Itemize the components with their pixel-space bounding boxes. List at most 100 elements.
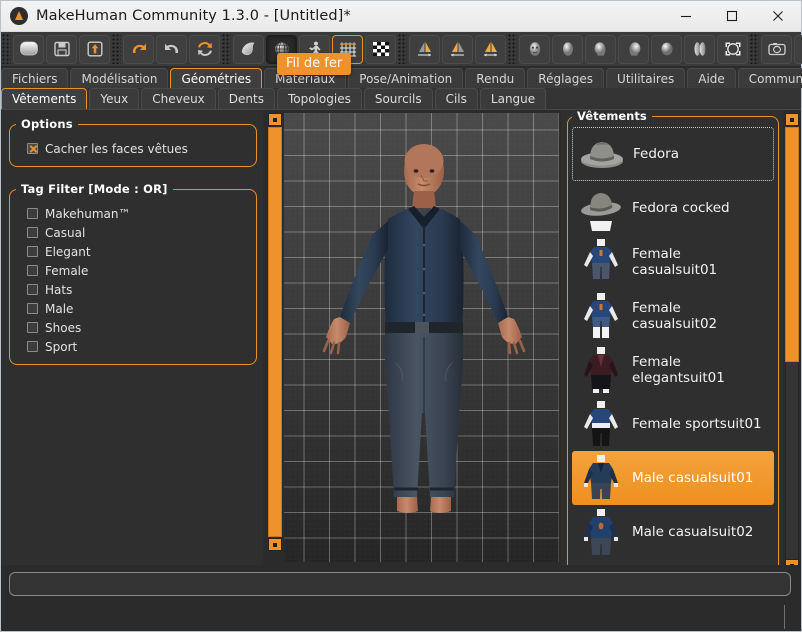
clothes-list-scrollbar[interactable]: [785, 113, 799, 572]
tag-male-checkbox[interactable]: [27, 303, 38, 314]
toolbar-drag-handle-4[interactable]: [398, 34, 407, 64]
view-face-button[interactable]: [519, 34, 550, 64]
tag-hats-checkbox[interactable]: [27, 284, 38, 295]
male-casualsuit01-thumb: [576, 453, 626, 503]
toolbar-group-misc: ?: [760, 34, 802, 64]
minimize-button[interactable]: [663, 1, 709, 32]
makehuman-logo-icon: [10, 7, 28, 25]
toolbar-drag-handle-3[interactable]: [222, 34, 231, 64]
subtab-vetements[interactable]: Vêtements: [1, 88, 88, 109]
subtab-cils[interactable]: Cils: [434, 88, 478, 109]
reset-button[interactable]: [189, 34, 220, 64]
subtab-langue[interactable]: Langue: [479, 88, 547, 109]
right-scroll-up-button[interactable]: [785, 113, 799, 126]
redo-button[interactable]: [156, 34, 187, 64]
list-item[interactable]: Male casualsuit02: [572, 505, 774, 559]
save-button[interactable]: [46, 34, 77, 64]
right-scroll-track[interactable]: [785, 362, 799, 559]
tag-shoes-row[interactable]: Shoes: [18, 318, 248, 337]
tag-makehuman-row[interactable]: Makehuman™: [18, 204, 248, 223]
list-item[interactable]: Female sportsuit01: [572, 397, 774, 451]
female-casualsuit02-thumb: [576, 291, 626, 341]
tab-reglages[interactable]: Réglages: [527, 68, 605, 88]
left-scroll-down-button[interactable]: [268, 538, 282, 551]
help-button[interactable]: ?: [794, 34, 802, 64]
tag-male-label: Male: [45, 301, 74, 316]
grab-screen-button[interactable]: [761, 34, 792, 64]
symmetry-left-button[interactable]: [442, 34, 473, 64]
view-top-button[interactable]: [651, 34, 682, 64]
clothes-panel: Vêtements Fedora Fedora cocked Female ca…: [561, 110, 783, 565]
3d-viewport[interactable]: [284, 113, 559, 562]
tab-pose-animation[interactable]: Pose/Animation: [348, 68, 464, 88]
symmetry-right-button[interactable]: [409, 34, 440, 64]
list-item[interactable]: Male casualsuit01: [572, 451, 774, 505]
status-bar[interactable]: [9, 572, 791, 596]
toolbar-group-file: [12, 34, 111, 64]
tag-casual-row[interactable]: Casual: [18, 223, 248, 242]
tag-sport-row[interactable]: Sport: [18, 337, 248, 356]
toolbar-drag-handle-6[interactable]: [750, 34, 759, 64]
tab-rendu[interactable]: Rendu: [465, 68, 526, 88]
tab-aide[interactable]: Aide: [687, 68, 736, 88]
right-scroll-thumb[interactable]: [785, 127, 799, 362]
hide-clothed-faces-checkbox-row[interactable]: Cacher les faces vêtues: [18, 139, 248, 158]
subtab-sourcils[interactable]: Sourcils: [363, 88, 433, 109]
subtab-cheveux[interactable]: Cheveux: [141, 88, 216, 109]
tab-fichiers[interactable]: Fichiers: [1, 68, 69, 88]
tag-elegant-row[interactable]: Elegant: [18, 242, 248, 261]
list-item[interactable]: Female elegantsuit01: [572, 343, 774, 397]
tag-casual-label: Casual: [45, 225, 86, 240]
tab-utilitaires[interactable]: Utilitaires: [606, 68, 686, 88]
reset-camera-button[interactable]: [717, 34, 748, 64]
toolbar-drag-handle[interactable]: [2, 34, 11, 64]
list-item-label: Fedora: [633, 146, 679, 162]
left-panel-scrollbar[interactable]: [268, 113, 282, 562]
new-button[interactable]: [13, 34, 44, 64]
left-settings-panel: Options Cacher les faces vêtues Tag Filt…: [1, 110, 263, 565]
toolbar-drag-handle-2[interactable]: [112, 34, 121, 64]
list-item-label: Male casualsuit01: [632, 470, 754, 486]
left-scroll-thumb[interactable]: [268, 127, 282, 537]
list-item[interactable]: Female casualsuit01: [572, 235, 774, 289]
female-elegantsuit01-thumb: [576, 345, 626, 395]
list-item[interactable]: Fedora: [572, 127, 774, 181]
background-button[interactable]: [365, 34, 396, 64]
tag-elegant-checkbox[interactable]: [27, 246, 38, 257]
tag-male-row[interactable]: Male: [18, 299, 248, 318]
tag-hats-row[interactable]: Hats: [18, 280, 248, 299]
close-button[interactable]: [755, 1, 801, 32]
smooth-button[interactable]: [233, 34, 264, 64]
undo-button[interactable]: [123, 34, 154, 64]
subtab-yeux[interactable]: Yeux: [89, 88, 140, 109]
maximize-button[interactable]: [709, 1, 755, 32]
view-right-button[interactable]: [618, 34, 649, 64]
female-sportsuit01-thumb: [576, 399, 626, 449]
list-item[interactable]: Fedora cocked: [572, 181, 774, 235]
load-button[interactable]: [79, 34, 110, 64]
tag-female-row[interactable]: Female: [18, 261, 248, 280]
tag-sport-checkbox[interactable]: [27, 341, 38, 352]
tab-geometries[interactable]: Géométries: [170, 68, 263, 88]
hide-clothed-faces-checkbox[interactable]: [27, 143, 38, 154]
human-model[interactable]: [284, 113, 559, 562]
list-item-label: Female sportsuit01: [632, 416, 762, 432]
tab-modelisation[interactable]: Modélisation: [70, 68, 169, 88]
view-front-button[interactable]: [552, 34, 583, 64]
tab-community[interactable]: Community: [737, 68, 802, 88]
left-scroll-up-button[interactable]: [268, 113, 282, 126]
toolbar-group-edit: [122, 34, 221, 64]
view-left-button[interactable]: [585, 34, 616, 64]
subtab-topologies[interactable]: Topologies: [276, 88, 362, 109]
view-side-button[interactable]: [684, 34, 715, 64]
symmetry-both-button[interactable]: [475, 34, 506, 64]
subtab-dents[interactable]: Dents: [217, 88, 275, 109]
tag-shoes-checkbox[interactable]: [27, 322, 38, 333]
tag-makehuman-checkbox[interactable]: [27, 208, 38, 219]
toolbar-drag-handle-5[interactable]: [508, 34, 517, 64]
tag-casual-checkbox[interactable]: [27, 227, 38, 238]
list-item[interactable]: Female casualsuit02: [572, 289, 774, 343]
tag-female-checkbox[interactable]: [27, 265, 38, 276]
tag-makehuman-label: Makehuman™: [45, 206, 131, 221]
tag-sport-label: Sport: [45, 339, 78, 354]
